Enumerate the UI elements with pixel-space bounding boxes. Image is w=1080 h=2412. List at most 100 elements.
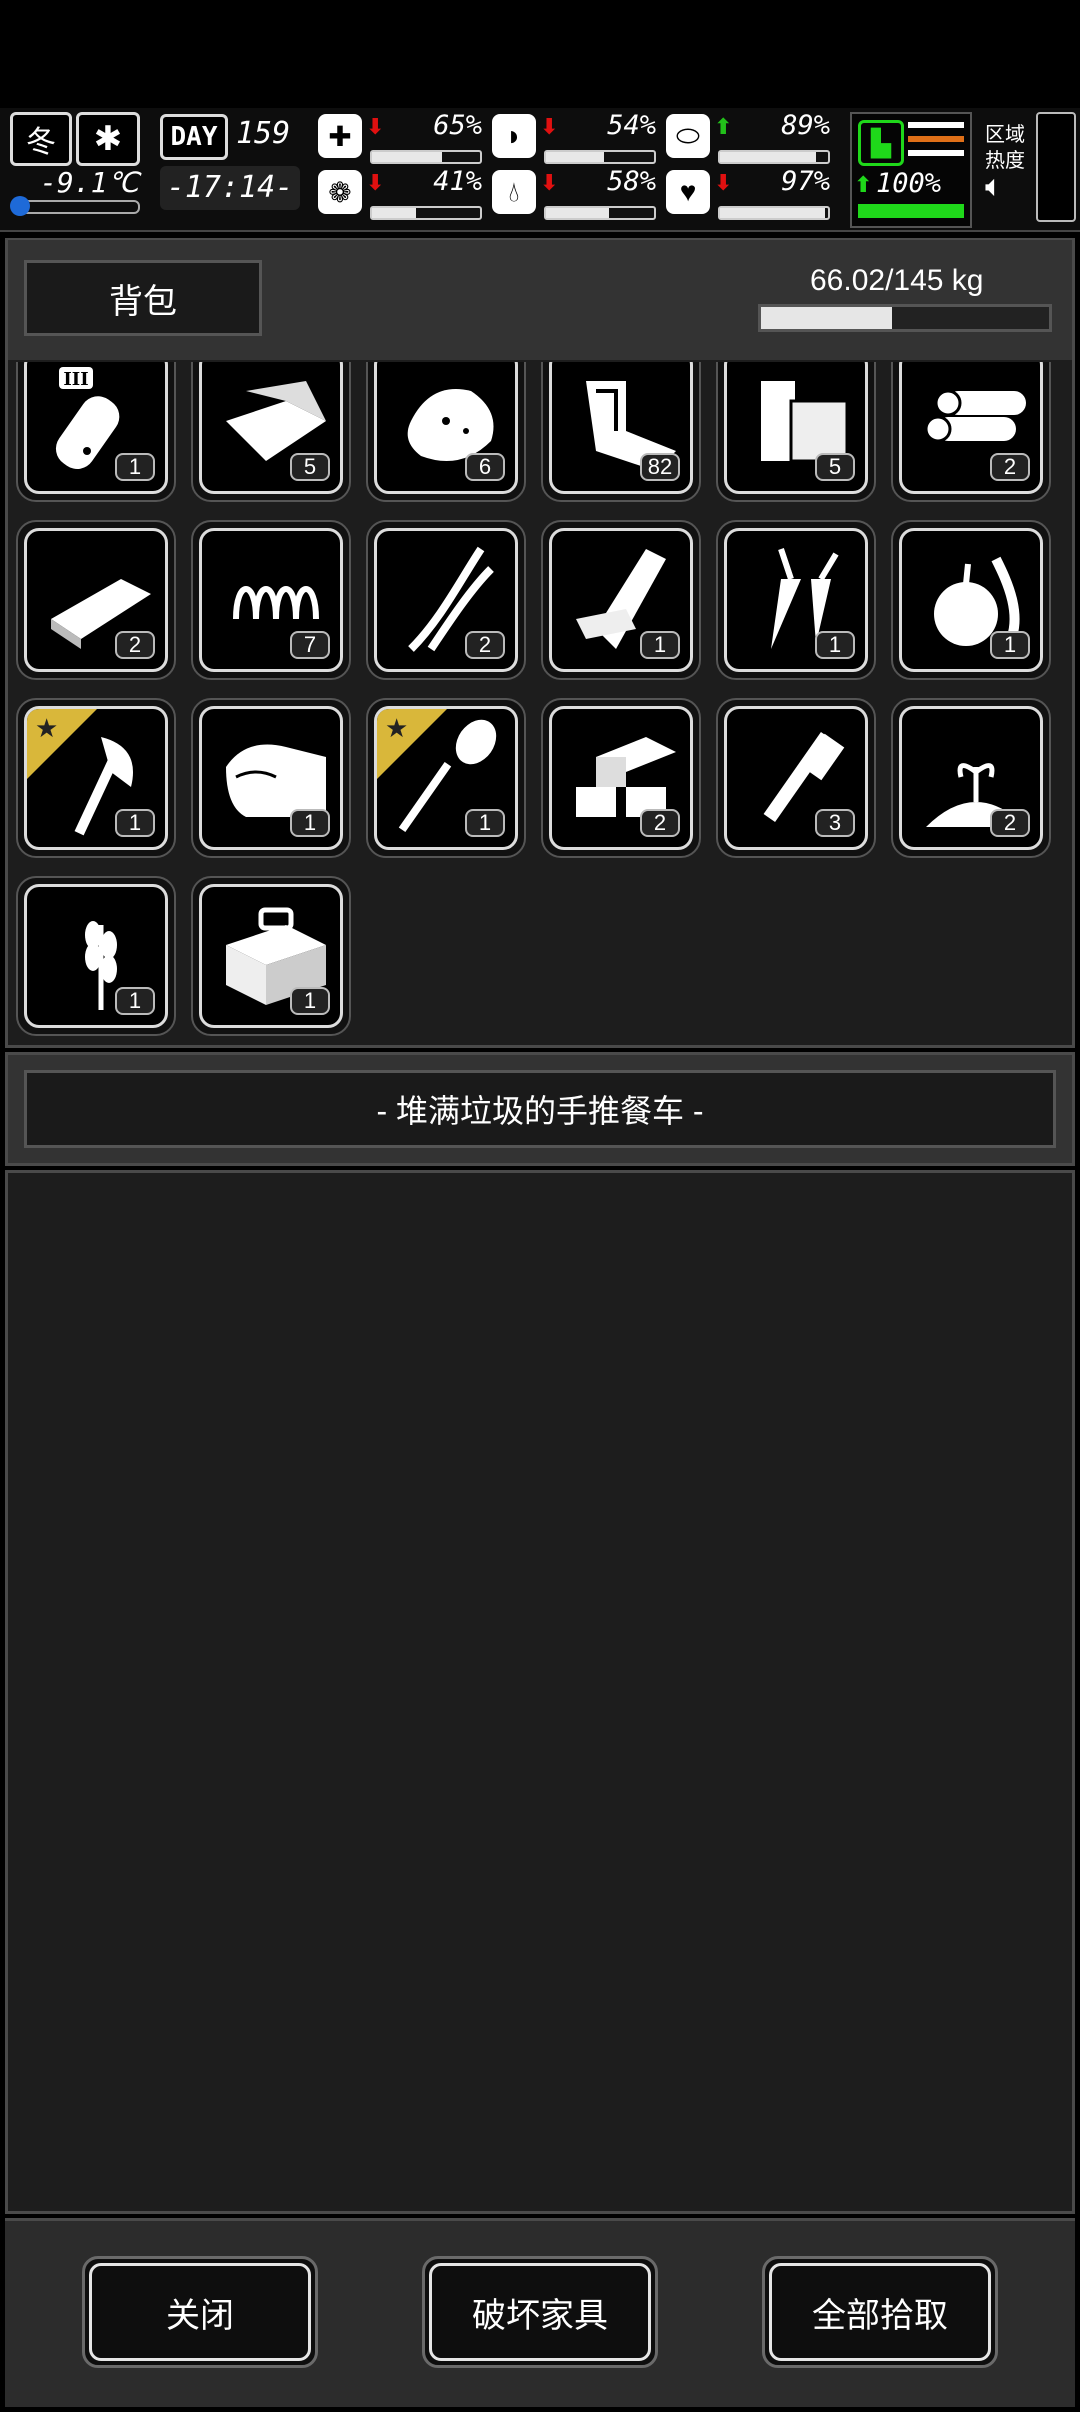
stat-hunger: ◗ ⬇ 54% [492, 110, 660, 164]
inventory-slot[interactable]: 6 [366, 362, 526, 502]
thermometer-bulb-icon [10, 196, 30, 216]
inventory-slot[interactable]: 1 [191, 698, 351, 858]
item-count: 1 [640, 631, 680, 659]
trend-down-arrow-icon: ⬇ [714, 170, 733, 195]
slot-frame: ★ 1 [24, 706, 168, 850]
stat-bar-fill [372, 152, 443, 162]
stat-value: 41% [433, 166, 482, 197]
slot-frame: 2 [374, 528, 518, 672]
stat-bar [544, 150, 656, 164]
stat-health: ✚ ⬇ 65% [318, 110, 486, 164]
slot-frame: 5 [199, 362, 343, 494]
backpack-tab[interactable]: 背包 [24, 260, 262, 336]
carry-weight-fill [761, 307, 893, 329]
area-heat-meter [1036, 112, 1076, 222]
inventory-slot[interactable]: 82 [541, 362, 701, 502]
status-hud: 冬 ✱ -9.1℃ DAY 159 -17:14- ✚ ⬇ 65% ◗ ⬇ 54% ⬭ ⬆ 89… [0, 108, 1080, 232]
slot-frame: 1 [199, 706, 343, 850]
close-button[interactable]: 关闭 [82, 2256, 318, 2368]
item-count: 7 [290, 631, 330, 659]
container-title-bar: - 堆满垃圾的手推餐车 - [24, 1070, 1056, 1148]
slot-frame: 5 [724, 362, 868, 494]
item-count: 82 [640, 453, 680, 481]
boot-icon: ▙ [858, 120, 904, 166]
inventory-slot[interactable]: 1 [16, 876, 176, 1036]
backpack-title: 背包 [109, 282, 177, 321]
destroy-furniture-button[interactable]: 破坏家具 [422, 2256, 658, 2368]
stat-bar [544, 206, 656, 220]
inventory-slot[interactable]: 1 [716, 520, 876, 680]
destroy-furniture-label: 破坏家具 [429, 2263, 651, 2361]
item-count: 1 [465, 809, 505, 837]
stat-bar-fill [546, 152, 605, 162]
inventory-slot[interactable]: 1 [891, 520, 1051, 680]
inventory-slot[interactable]: 2 [891, 698, 1051, 858]
item-count: 1 [115, 987, 155, 1015]
slot-frame: 1 [24, 884, 168, 1028]
stat-bar-fill [546, 208, 609, 218]
inventory-slot[interactable]: 1 [541, 520, 701, 680]
stat-mood: ♥ ⬇ 97% [666, 166, 834, 220]
pick-up-all-label: 全部拾取 [769, 2263, 991, 2361]
stat-bar [718, 206, 830, 220]
container-item-grid [5, 1170, 1075, 2214]
item-count: 1 [115, 809, 155, 837]
inventory-slot[interactable]: ★ 1 [16, 698, 176, 858]
inventory-slot[interactable]: 1 [191, 876, 351, 1036]
temperature: -9.1℃ [40, 166, 139, 199]
stat-value: 58% [607, 166, 656, 197]
trend-down-arrow-icon: ⬇ [366, 114, 385, 139]
item-count: 2 [465, 631, 505, 659]
carry-weight: 66.02/145 kg [810, 264, 984, 297]
trend-down-arrow-icon: ⬇ [540, 170, 559, 195]
slot-frame: 1 [724, 528, 868, 672]
stat-bar-fill [720, 152, 817, 162]
stamina-panel: ▙ ⬆ 100% [850, 112, 972, 228]
close-button-label: 关闭 [89, 2263, 311, 2361]
inventory-slot[interactable]: III 1 [16, 362, 176, 502]
area-heat: 区域 热度 🔈︎ [985, 122, 1025, 202]
trend-down-arrow-icon: ⬇ [540, 114, 559, 139]
item-count: 5 [290, 453, 330, 481]
inventory-slot[interactable]: 2 [366, 520, 526, 680]
trend-down-arrow-icon: ⬇ [366, 170, 385, 195]
stat-bar [718, 150, 830, 164]
inventory-slot[interactable]: 2 [541, 698, 701, 858]
slot-frame: 7 [199, 528, 343, 672]
slot-frame: 1 [199, 884, 343, 1028]
day-label: DAY [160, 114, 228, 160]
stamina-up-arrow-icon: ⬆ [854, 172, 873, 197]
item-count: 2 [990, 809, 1030, 837]
item-count: 6 [465, 453, 505, 481]
pick-up-all-button[interactable]: 全部拾取 [762, 2256, 998, 2368]
inventory-slot[interactable]: ★ 1 [366, 698, 526, 858]
inventory-slot[interactable]: 2 [891, 362, 1051, 502]
pill-icon: ⬭ [666, 114, 710, 158]
stat-value: 65% [433, 110, 482, 141]
inventory-slot[interactable]: 2 [16, 520, 176, 680]
speaker-icon[interactable]: 🔈︎ [985, 172, 1025, 202]
stat-bar [370, 206, 482, 220]
slot-frame: 2 [549, 706, 693, 850]
medkit-icon: ✚ [318, 114, 362, 158]
stomach-icon: ◗ [492, 114, 536, 158]
item-count: 1 [990, 631, 1030, 659]
inventory-slot[interactable]: 3 [716, 698, 876, 858]
slot-frame: 6 [374, 362, 518, 494]
inventory-slot[interactable]: 7 [191, 520, 351, 680]
svg-text:III: III [63, 369, 88, 390]
stat-bar [370, 150, 482, 164]
day-number: 159 [236, 116, 291, 151]
snow-weather-icon: ✱ [76, 112, 140, 166]
slot-frame: 3 [724, 706, 868, 850]
stat-value: 54% [607, 110, 656, 141]
season-label: 冬 [26, 126, 56, 159]
item-count: 1 [290, 809, 330, 837]
stat-thirst: 💧︎ ⬇ 58% [492, 166, 660, 220]
inventory-slot[interactable]: 5 [191, 362, 351, 502]
stat-bar-fill [372, 208, 417, 218]
item-count: 3 [815, 809, 855, 837]
item-count: 2 [115, 631, 155, 659]
inventory-slot[interactable]: 5 [716, 362, 876, 502]
slot-frame: III 1 [24, 362, 168, 494]
